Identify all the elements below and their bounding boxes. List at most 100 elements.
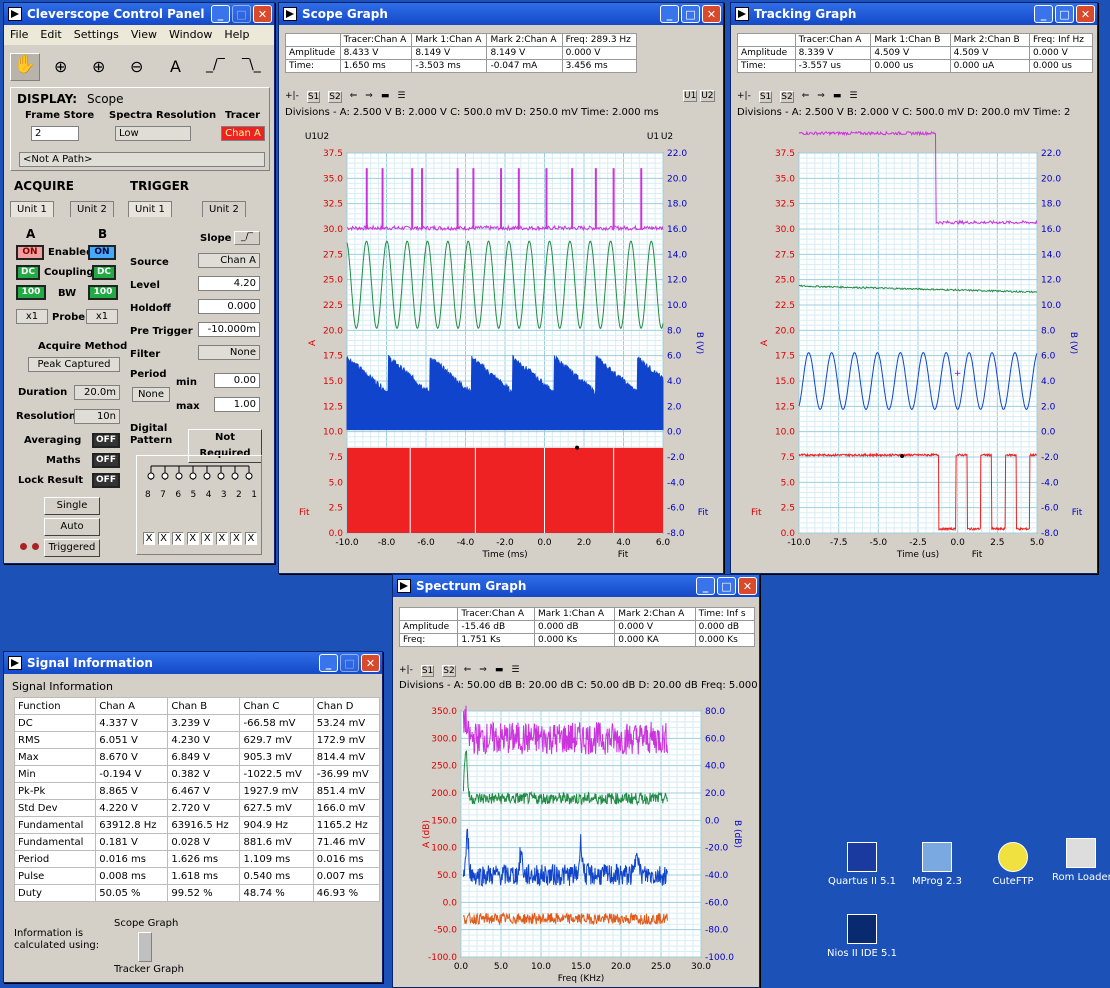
pre-trigger-input[interactable]: -10.000m	[198, 322, 260, 337]
quartus-desktop-icon[interactable]: Quartus II 5.1	[822, 842, 902, 887]
channel-a-bw-toggle[interactable]: 100	[16, 285, 46, 300]
channel-a-probe-select[interactable]: x1	[16, 309, 48, 324]
plus-minus-icon[interactable]: +|-	[285, 91, 299, 103]
minimize-button[interactable]: _	[696, 577, 715, 595]
s2-button[interactable]: S2	[442, 665, 456, 677]
bit-value[interactable]: X	[244, 532, 257, 545]
single-button[interactable]: Single	[44, 497, 100, 515]
list-icon[interactable]: ☰	[511, 665, 519, 677]
maximize-button[interactable]: □	[717, 577, 736, 595]
list-icon[interactable]: ☰	[397, 91, 405, 103]
mprog-desktop-icon[interactable]: MProg 2.3	[904, 842, 970, 887]
marker-icon[interactable]: ▬	[833, 91, 842, 103]
control-panel-titlebar[interactable]: Cleverscope Control Panel _ □ ✕	[4, 3, 274, 25]
maximize-button[interactable]: □	[1055, 5, 1074, 23]
acquire-method-select[interactable]: Peak Captured	[28, 357, 120, 372]
plus-minus-icon[interactable]: +|-	[399, 665, 413, 677]
prev-arrow-icon[interactable]: ⇐	[802, 91, 810, 103]
source-slider-switch[interactable]	[138, 932, 152, 962]
menu-settings[interactable]: Settings	[74, 28, 119, 42]
menu-window[interactable]: Window	[169, 28, 212, 42]
tracking-titlebar[interactable]: Tracking Graph _ □ ✕	[731, 3, 1097, 25]
menu-view[interactable]: View	[131, 28, 157, 42]
signal-titlebar[interactable]: Signal Information _ □ ✕	[4, 652, 382, 674]
next-arrow-icon[interactable]: ⇒	[817, 91, 825, 103]
close-button[interactable]: ✕	[738, 577, 757, 595]
u1-button[interactable]: U1	[683, 90, 698, 102]
bit-value[interactable]: X	[201, 532, 214, 545]
bit-value[interactable]: X	[172, 532, 185, 545]
cuteftp-desktop-icon[interactable]: CuteFTP	[980, 842, 1046, 887]
s2-button[interactable]: S2	[328, 91, 342, 103]
averaging-toggle[interactable]: OFF	[92, 433, 120, 448]
maths-toggle[interactable]: OFF	[92, 453, 120, 468]
s2-button[interactable]: S2	[780, 91, 794, 103]
prev-arrow-icon[interactable]: ⇐	[464, 665, 472, 677]
lock-result-toggle[interactable]: OFF	[92, 473, 120, 488]
menu-edit[interactable]: Edit	[40, 28, 61, 42]
prev-arrow-icon[interactable]: ⇐	[350, 91, 358, 103]
next-arrow-icon[interactable]: ⇒	[479, 665, 487, 677]
minimize-button[interactable]: _	[211, 5, 230, 23]
s1-button[interactable]: S1	[758, 91, 773, 103]
falling-edge-icon[interactable]: ‾\_	[242, 57, 261, 73]
list-icon[interactable]: ☰	[849, 91, 857, 103]
trigger-tab-unit2[interactable]: Unit 2	[202, 201, 246, 217]
spectrum-titlebar[interactable]: Spectrum Graph _ □ ✕	[393, 575, 759, 597]
plus-minus-icon[interactable]: +|-	[737, 91, 751, 103]
channel-b-probe-select[interactable]: x1	[86, 309, 118, 324]
period-min-input[interactable]: 0.00	[214, 373, 260, 388]
s1-button[interactable]: S1	[420, 665, 435, 677]
s1-button[interactable]: S1	[306, 91, 321, 103]
rom-loader-desktop-icon[interactable]: Rom Loader	[1052, 838, 1110, 883]
marker-icon[interactable]: ▬	[381, 91, 390, 103]
period-max-input[interactable]: 1.00	[214, 397, 260, 412]
minimize-button[interactable]: _	[319, 654, 338, 672]
marker-icon[interactable]: ▬	[495, 665, 504, 677]
bit-value[interactable]: X	[230, 532, 243, 545]
hand-tool-icon[interactable]: ✋	[10, 53, 40, 81]
filter-select[interactable]: None	[198, 345, 260, 360]
scope-titlebar[interactable]: Scope Graph _ □ ✕	[279, 3, 723, 25]
bit-value[interactable]: X	[157, 532, 170, 545]
nios-desktop-icon[interactable]: Nios II IDE 5.1	[822, 914, 902, 959]
menu-help[interactable]: Help	[224, 28, 249, 42]
close-button[interactable]: ✕	[361, 654, 380, 672]
rising-edge-icon[interactable]: _/‾	[206, 57, 225, 73]
u2-button[interactable]: U2	[700, 90, 715, 102]
triggered-button[interactable]: Triggered	[44, 539, 100, 557]
channel-b-bw-toggle[interactable]: 100	[88, 285, 118, 300]
acquire-tab-unit2[interactable]: Unit 2	[70, 201, 114, 217]
close-button[interactable]: ✕	[702, 5, 721, 23]
tracer-select[interactable]: Chan A	[221, 126, 265, 141]
bit-value[interactable]: X	[186, 532, 199, 545]
bit-value[interactable]: X	[143, 532, 155, 545]
level-input[interactable]: 4.20	[198, 276, 260, 291]
channel-a-coupling-toggle[interactable]: DC	[16, 265, 40, 280]
auto-button[interactable]: Auto	[44, 518, 100, 536]
acquire-tab-unit1[interactable]: Unit 1	[10, 201, 54, 217]
path-field[interactable]: <Not A Path>	[19, 152, 265, 167]
minimize-button[interactable]: _	[1034, 5, 1053, 23]
resolution-select[interactable]: 10n	[74, 409, 120, 424]
spectra-resolution-select[interactable]: Low	[115, 126, 191, 141]
zoom-in-icon[interactable]: ⊕	[92, 57, 105, 76]
scope-graph-option[interactable]: Scope Graph	[114, 918, 178, 929]
maximize-button[interactable]: □	[681, 5, 700, 23]
channel-a-enable-toggle[interactable]: ON	[16, 245, 44, 260]
channel-b-enable-toggle[interactable]: ON	[88, 245, 116, 260]
zoom-out-icon[interactable]: ⊖	[130, 57, 143, 76]
holdoff-input[interactable]: 0.000	[198, 299, 260, 314]
text-tool-icon[interactable]: A	[170, 57, 181, 76]
slope-icon[interactable]: _/‾	[234, 231, 260, 245]
period-select[interactable]: None	[132, 387, 170, 402]
duration-select[interactable]: 20.0m	[74, 385, 120, 400]
next-arrow-icon[interactable]: ⇒	[365, 91, 373, 103]
source-select[interactable]: Chan A	[198, 253, 260, 268]
minimize-button[interactable]: _	[660, 5, 679, 23]
close-button[interactable]: ✕	[253, 5, 272, 23]
zoom-box-icon[interactable]: ⊕	[54, 57, 67, 76]
channel-b-coupling-toggle[interactable]: DC	[92, 265, 116, 280]
menu-file[interactable]: File	[10, 28, 28, 42]
close-button[interactable]: ✕	[1076, 5, 1095, 23]
